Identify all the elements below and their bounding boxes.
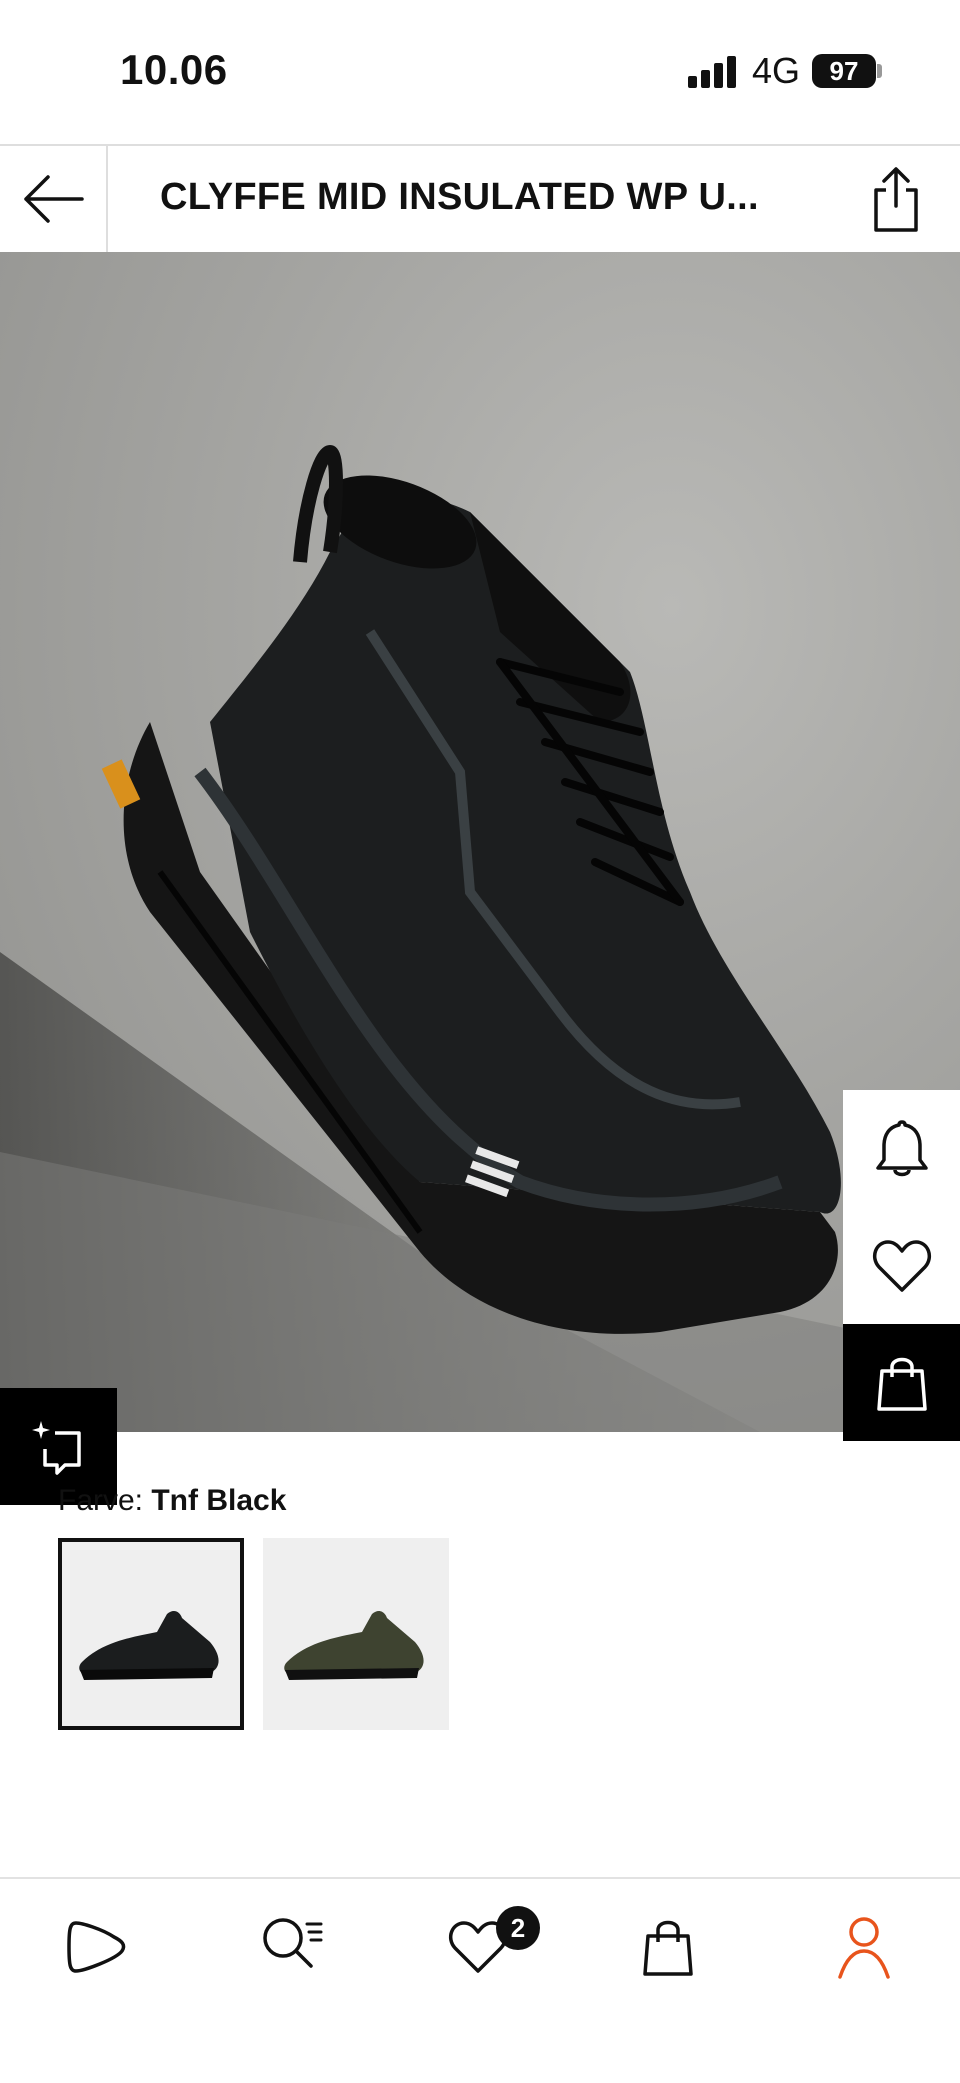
shopping-bag-icon [876,1357,927,1411]
add-to-bag-button[interactable] [843,1324,960,1441]
colour-label: Farve: Tnf Black [58,1484,286,1518]
bell-icon [875,1119,928,1176]
arrow-left-icon [24,175,84,223]
colour-swatch-black[interactable] [58,1538,244,1730]
nav-home[interactable] [56,1907,136,1987]
share-button[interactable] [860,164,932,236]
status-time: 10.06 [120,46,228,93]
colour-label-prefix: Farve: [58,1484,152,1517]
back-button[interactable] [0,146,108,252]
swatch-shoe-image [79,1611,219,1680]
colour-swatch-olive[interactable] [263,1538,449,1730]
colour-value: Tnf Black [151,1484,287,1517]
notify-button[interactable] [843,1090,960,1207]
shopping-bag-icon [643,1920,693,1976]
account-icon [838,1917,890,1979]
network-type: 4G [752,50,801,91]
sparkle-crop-icon [31,1420,81,1475]
search-icon [263,1918,323,1968]
share-icon [874,167,918,232]
page-title: CLYFFE MID INSULATED WP U... [160,176,759,218]
nav-account[interactable] [824,1907,904,1987]
nav-bag[interactable] [628,1907,708,1987]
swatch-shoe-image [284,1611,424,1680]
shoe-illustration [0,444,960,1432]
nav-search[interactable] [252,1907,332,1987]
bottom-navigation [0,1877,960,2083]
home-play-icon [67,1921,126,1973]
floating-actions [843,1090,960,1441]
heart-icon [872,1239,931,1292]
image-divider [0,1432,960,1444]
battery-tip [877,64,882,78]
wishlist-count-badge: 2 [496,1906,540,1950]
battery-icon: 97 [812,54,876,88]
status-bar: 10.06 4G 97 [0,0,960,144]
add-to-wishlist-button[interactable] [843,1207,960,1324]
product-image[interactable] [0,252,960,1432]
signal-icon [688,56,738,88]
product-header: CLYFFE MID INSULATED WP U... [0,144,960,254]
